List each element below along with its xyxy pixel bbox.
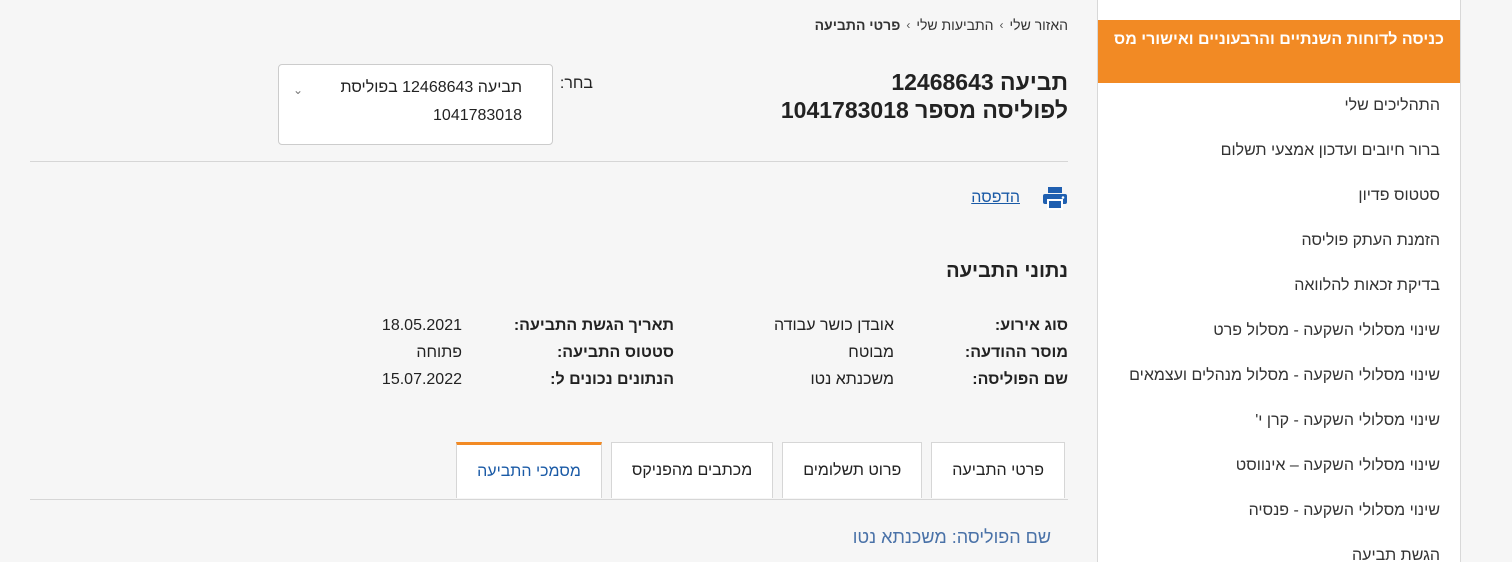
claim-policy-select[interactable]: תביעה 12468643 בפוליסת 1041783018 ⌄ <box>278 64 553 145</box>
print-action[interactable]: הדפסה <box>971 186 1068 210</box>
policy-name-value: משכנתא נטו <box>810 371 894 388</box>
as-of-label: הנתונים נכונים ל: <box>550 371 674 388</box>
reporter-label: מוסר ההודעה: <box>964 344 1068 361</box>
event-type-value: אובדן כושר עבודה <box>773 317 894 334</box>
sidebar-item-submit-claim[interactable]: הגשת תביעה <box>1098 533 1460 562</box>
sidebar: כניסה לדוחות השנתיים והרבעוניים ואישורי … <box>1097 0 1461 562</box>
sidebar-item-loan-eligibility[interactable]: בדיקת זכאות להלוואה <box>1098 263 1460 308</box>
details-row: סוג אירוע: אובדן כושר עבודה תאריך הגשת ה… <box>382 312 1068 339</box>
select-label: בחר: <box>559 75 593 92</box>
breadcrumb-claims[interactable]: התביעות שלי <box>916 17 993 33</box>
submit-date-value: 18.05.2021 <box>381 317 462 334</box>
sidebar-item-investment-managers[interactable]: שינוי מסלולי השקעה - מסלול מנהלים ועצמאי… <box>1098 353 1460 398</box>
main-content: האזור שלי › התביעות שלי › פרטי התביעה תב… <box>30 0 1068 562</box>
sidebar-menu: התהליכים שלי ברור חיובים ועדכון אמצעי תש… <box>1098 83 1460 562</box>
policy-name-label: שם הפוליסה: <box>972 371 1068 388</box>
sidebar-item-investment-invest[interactable]: שינוי מסלולי השקעה – אינווסט <box>1098 443 1460 488</box>
select-value-line1: תביעה 12468643 בפוליסת <box>340 79 522 96</box>
printer-icon[interactable] <box>1042 186 1068 210</box>
breadcrumb-separator-icon: › <box>906 18 911 32</box>
select-value-line2: 1041783018 <box>433 107 522 124</box>
breadcrumb: האזור שלי › התביעות שלי › פרטי התביעה <box>815 17 1068 33</box>
sidebar-item-investment-fund-y[interactable]: שינוי מסלולי השקעה - קרן י' <box>1098 398 1460 443</box>
page-title: תביעה 12468643 לפוליסה מספר 1041783018 <box>781 68 1068 124</box>
tab-letters[interactable]: מכתבים מהפניקס <box>610 442 774 498</box>
sidebar-item-policy-copy[interactable]: הזמנת העתק פוליסה <box>1098 218 1460 263</box>
tab-claim-documents[interactable]: מסמכי התביעה <box>456 442 602 498</box>
details-row: מוסר ההודעה: מבוטח סטטוס התביעה: פתוחה <box>382 339 1068 366</box>
chevron-down-icon: ⌄ <box>293 83 304 97</box>
print-link[interactable]: הדפסה <box>971 189 1020 207</box>
tab-claim-details[interactable]: פרטי התביעה <box>931 442 1065 498</box>
sidebar-item-investment-private[interactable]: שינוי מסלולי השקעה - מסלול פרט <box>1098 308 1460 353</box>
as-of-value: 15.07.2022 <box>381 371 462 388</box>
sidebar-item-charges-payment[interactable]: ברור חיובים ועדכון אמצעי תשלום <box>1098 128 1460 173</box>
tabs-divider <box>30 499 1068 500</box>
sidebar-header-tax-reports-link[interactable]: כניסה לדוחות השנתיים והרבעוניים ואישורי … <box>1098 20 1460 83</box>
status-label: סטטוס התביעה: <box>556 344 674 361</box>
event-type-label: סוג אירוע: <box>994 317 1068 334</box>
page-title-claim: תביעה 12468643 <box>891 69 1068 95</box>
policy-name-heading: שם הפוליסה: משכנתא נטו <box>852 527 1051 547</box>
tab-payments[interactable]: פרוט תשלומים <box>782 442 923 498</box>
page-title-policy: לפוליסה מספר 1041783018 <box>780 97 1068 123</box>
claim-tabs: פרטי התביעה פרוט תשלומים מכתבים מהפניקס … <box>456 442 1065 498</box>
divider <box>30 161 1068 162</box>
details-row: שם הפוליסה: משכנתא נטו הנתונים נכונים ל:… <box>382 366 1068 393</box>
claim-data-title: נתוני התביעה <box>946 260 1068 282</box>
claim-details: סוג אירוע: אובדן כושר עבודה תאריך הגשת ה… <box>382 312 1068 393</box>
sidebar-item-my-processes[interactable]: התהליכים שלי <box>1098 83 1460 128</box>
sidebar-item-investment-pension[interactable]: שינוי מסלולי השקעה - פנסיה <box>1098 488 1460 533</box>
status-value: פתוחה <box>416 344 462 361</box>
breadcrumb-home[interactable]: האזור שלי <box>1010 17 1068 33</box>
submit-date-label: תאריך הגשת התביעה: <box>513 317 674 334</box>
breadcrumb-current: פרטי התביעה <box>814 17 901 33</box>
breadcrumb-separator-icon: › <box>999 18 1004 32</box>
reporter-value: מבוטח <box>848 344 894 361</box>
sidebar-item-redemption-status[interactable]: סטטוס פדיון <box>1098 173 1460 218</box>
